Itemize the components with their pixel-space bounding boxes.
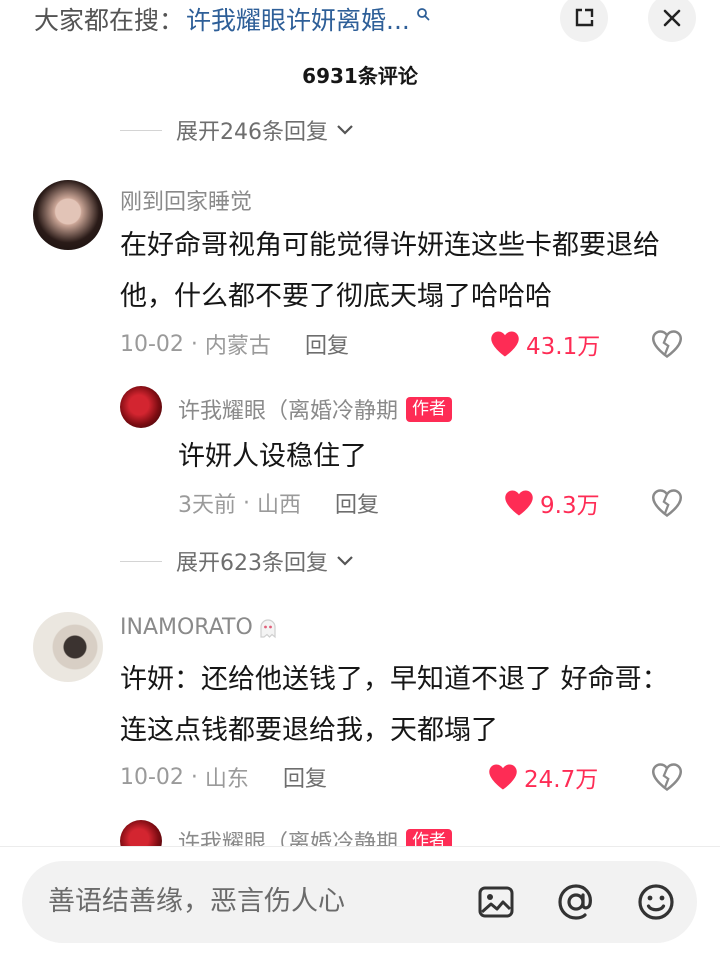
reply-meta: 3天前 · 山西 回复 [178, 487, 379, 519]
emoji-icon [638, 884, 674, 920]
comment-location: 山东 [204, 767, 249, 792]
broken-heart-icon [652, 489, 682, 517]
reply-location: 山西 [256, 493, 301, 518]
reply-username-text: 许我耀眼（离婚冷静期 [178, 399, 399, 424]
comment-meta: 10-02 · 山东 回复 [120, 761, 327, 793]
heart-filled-icon [491, 331, 519, 357]
comment-date: 10-02 [120, 764, 184, 790]
mention-button[interactable] [554, 880, 598, 924]
comment-meta: 10-02 · 内蒙古 回复 [120, 328, 349, 360]
like-button[interactable]: 9.3万 [504, 487, 600, 519]
reply-button[interactable]: 回复 [283, 761, 327, 793]
expand-replies-label: 展开246条回复 [176, 120, 328, 145]
divider [120, 560, 162, 562]
reply-button[interactable]: 回复 [335, 487, 379, 519]
divider [120, 129, 162, 131]
comment-text: 许妍：还给他送钱了，早知道不退了 好命哥：连这点钱都要退给我，天都塌了 [120, 664, 669, 746]
expand-replies-button[interactable]: 展开623条回复 [120, 546, 354, 576]
close-icon [663, 9, 681, 27]
meta-separator: · [183, 331, 205, 357]
close-button[interactable] [648, 0, 696, 42]
meta-separator: · [236, 490, 257, 516]
ghost-emoji-icon [260, 618, 276, 638]
comment-composer: 善语结善缘，恶言伤人心 [0, 846, 720, 960]
dislike-button[interactable] [651, 761, 683, 793]
chevron-down-icon [337, 125, 353, 135]
search-suggestion[interactable]: 大家都在搜： 许我耀眼许妍离婚... [34, 0, 430, 38]
like-count: 43.1万 [526, 334, 601, 360]
comment-date: 10-02 [120, 331, 184, 357]
comment-username[interactable]: 刚到回家睡觉 [120, 184, 252, 216]
reply-username[interactable]: 许我耀眼（离婚冷静期 作者 [178, 393, 453, 425]
expand-replies-button[interactable]: 展开246条回复 [120, 115, 354, 145]
like-count: 24.7万 [524, 767, 599, 793]
comment-username[interactable]: INAMORATO [120, 615, 279, 640]
mention-icon [558, 884, 592, 920]
search-icon [416, 8, 430, 21]
image-button[interactable] [474, 880, 518, 924]
broken-heart-icon [652, 763, 682, 791]
comment-input-placeholder: 善语结善缘，恶言伤人心 [48, 886, 345, 917]
dislike-button[interactable] [651, 328, 683, 360]
comment-username-text: INAMORATO [120, 615, 253, 640]
comment-count: 6931条评论 [302, 64, 418, 88]
reply-text: 许妍人设稳住了 [178, 441, 367, 472]
avatar[interactable] [33, 612, 103, 682]
like-count: 9.3万 [540, 493, 600, 519]
like-button[interactable]: 43.1万 [490, 328, 600, 360]
heart-filled-icon [505, 490, 533, 516]
avatar[interactable] [33, 180, 103, 250]
meta-separator: · [183, 764, 205, 790]
comment-input[interactable]: 善语结善缘，恶言伤人心 [22, 861, 697, 943]
author-badge: 作者 [406, 396, 453, 422]
heart-filled-icon [489, 764, 517, 790]
like-button[interactable]: 24.7万 [488, 761, 598, 793]
expand-button[interactable] [560, 0, 608, 42]
avatar[interactable] [120, 386, 162, 428]
reply-date: 3天前 [178, 493, 236, 518]
expand-icon [575, 8, 594, 27]
dislike-button[interactable] [651, 487, 683, 519]
broken-heart-icon [652, 330, 682, 358]
search-suggestion-prefix: 大家都在搜： [34, 6, 185, 35]
comment-location: 内蒙古 [204, 334, 271, 359]
image-icon [478, 886, 514, 918]
chevron-down-icon [337, 556, 353, 566]
expand-replies-label: 展开623条回复 [176, 551, 328, 576]
search-suggestion-keyword[interactable]: 许我耀眼许妍离婚... [186, 1, 410, 37]
emoji-button[interactable] [634, 880, 678, 924]
comment-text: 在好命哥视角可能觉得许妍连这些卡都要退给他，什么都不要了彻底天塌了哈哈哈 [120, 230, 660, 312]
reply-button[interactable]: 回复 [305, 328, 349, 360]
